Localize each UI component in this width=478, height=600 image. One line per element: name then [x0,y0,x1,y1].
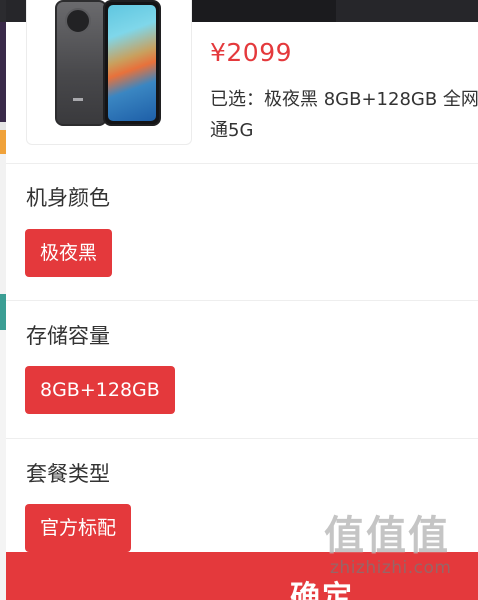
product-spec-page: ¥2099 已选：极夜黑 8GB+128GB 全网通5G 机身颜色 极夜黑 存储… [0,0,478,600]
phone-product-image [55,0,107,126]
spec-selection-sheet: ¥2099 已选：极夜黑 8GB+128GB 全网通5G 机身颜色 极夜黑 存储… [6,0,478,600]
divider [6,300,478,301]
phone-screen-image [103,0,161,126]
section-title-color: 机身颜色 [26,186,110,210]
camera-module-icon [65,8,91,34]
section-title-storage: 存储容量 [26,324,110,348]
selected-spec-summary: 已选：极夜黑 8GB+128GB 全网通5G [210,89,478,141]
divider [6,163,478,164]
product-price: ¥2099 [210,38,293,67]
confirm-button[interactable]: 确定 [6,552,478,600]
product-thumbnail[interactable] [26,0,192,145]
section-title-package: 套餐类型 [26,462,110,486]
option-color-black[interactable]: 极夜黑 [25,229,113,277]
option-storage-8gb-128gb[interactable]: 8GB+128GB [25,366,175,414]
divider [6,438,478,439]
confirm-label: 确定 [290,580,354,600]
option-package-official[interactable]: 官方标配 [25,504,132,552]
